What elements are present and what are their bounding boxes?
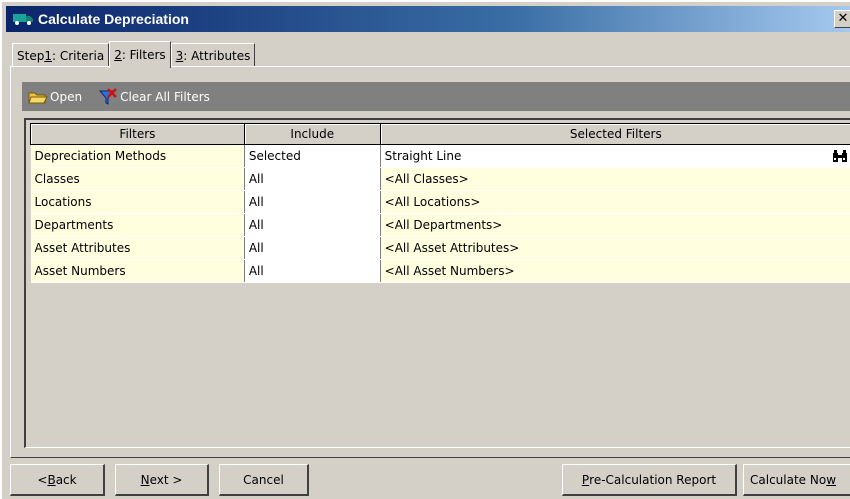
open-button[interactable]: Open [28, 89, 82, 105]
close-button[interactable]: ✕ [834, 10, 850, 28]
table-row: Classes All <All Classes> [30, 167, 850, 191]
calculate-now-button[interactable]: Calculate No w [743, 464, 850, 496]
calculate-depreciation-window: Calculate Depreciation ✕ Step 1: Criteri… [0, 0, 850, 499]
table-row: Depreciation Methods Selected Straight L… [30, 144, 850, 168]
selected-filters-cell[interactable]: <All Asset Numbers> [380, 259, 850, 283]
clear-filter-icon [98, 87, 117, 105]
table-row: Asset Attributes All <All Asset Attribut… [30, 236, 850, 260]
filter-name-cell[interactable]: Asset Numbers [30, 259, 245, 283]
back-button[interactable]: < Back [10, 464, 105, 496]
tab-strip: Step 1: Criteria 2: Filters 3: Attribute… [12, 41, 256, 68]
filter-toolbar: Open Clear All Filters [22, 82, 850, 111]
filter-name-cell[interactable]: Asset Attributes [30, 236, 245, 260]
pre-calculation-report-button[interactable]: Pre-Calculation Report [562, 464, 737, 496]
tab-criteria[interactable]: Step 1: Criteria [12, 43, 110, 67]
next-button[interactable]: Next > [115, 464, 209, 496]
column-header-filters[interactable]: Filters [30, 123, 245, 145]
filter-name-cell[interactable]: Classes [30, 167, 245, 191]
truck-icon [13, 14, 33, 25]
filters-table: Filters Include Selected Filters Depreci… [30, 123, 850, 283]
filter-name-cell[interactable]: Depreciation Methods [30, 144, 245, 168]
selected-filters-cell[interactable]: <All Departments> [380, 213, 850, 237]
include-cell[interactable]: All [244, 190, 381, 214]
tab-attributes[interactable]: 3: Attributes [170, 43, 256, 67]
selected-filters-cell[interactable]: <All Classes> [380, 167, 850, 191]
cancel-button[interactable]: Cancel [219, 464, 309, 496]
selected-filters-cell[interactable]: <All Locations> [380, 190, 850, 214]
column-header-include[interactable]: Include [243, 123, 381, 145]
selected-filters-cell[interactable]: Straight Line [380, 144, 850, 168]
open-label: Open [50, 89, 83, 104]
window-title: Calculate Depreciation [38, 11, 189, 27]
column-header-selected-filters[interactable]: Selected Filters [379, 123, 850, 145]
selected-filters-cell[interactable]: <All Asset Attributes> [380, 236, 850, 260]
table-row: Locations All <All Locations> [30, 190, 850, 214]
filter-name-cell[interactable]: Departments [30, 213, 245, 237]
table-row: Asset Numbers All <All Asset Numbers> [30, 259, 850, 283]
include-cell[interactable]: All [244, 236, 381, 260]
include-cell[interactable]: All [244, 213, 381, 237]
include-cell[interactable]: All [244, 259, 381, 283]
binoculars-icon[interactable] [832, 149, 848, 163]
include-cell[interactable]: All [244, 167, 381, 191]
clear-all-filters-button[interactable]: Clear All Filters [98, 87, 210, 106]
clear-all-filters-label: Clear All Filters [120, 89, 210, 104]
open-folder-icon [28, 92, 48, 103]
title-bar: Calculate Depreciation ✕ [6, 6, 850, 32]
include-cell[interactable]: Selected [244, 144, 381, 168]
tab-filters[interactable]: 2: Filters [109, 41, 171, 68]
filter-name-cell[interactable]: Locations [30, 190, 245, 214]
grid-header-row: Filters Include Selected Filters [30, 123, 850, 145]
table-row: Departments All <All Departments> [30, 213, 850, 237]
selected-filters-value: Straight Line [384, 149, 462, 163]
filters-grid: Filters Include Selected Filters Depreci… [24, 118, 850, 448]
